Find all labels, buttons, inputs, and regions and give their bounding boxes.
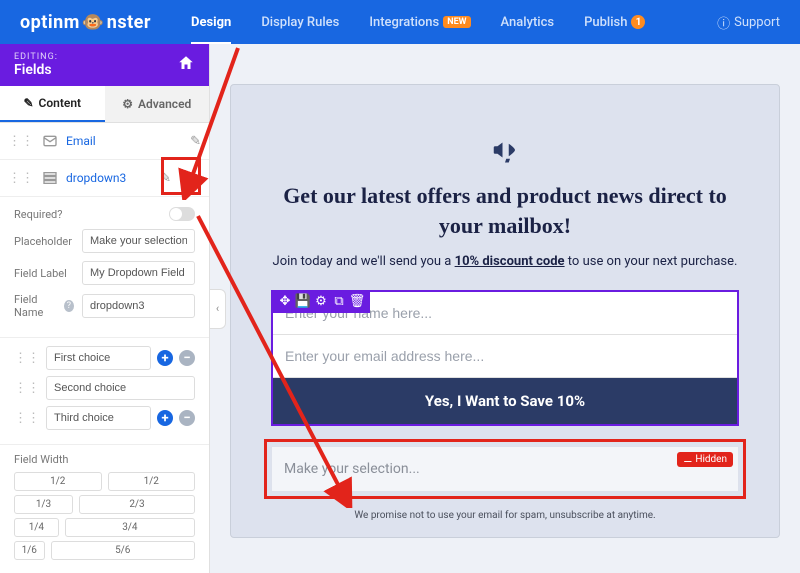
- nav-analytics[interactable]: Analytics: [501, 15, 555, 30]
- hidden-dropdown-preview[interactable]: Make your selection... ⚊ Hidden: [271, 446, 739, 492]
- drag-handle-icon[interactable]: ⋮⋮: [14, 351, 40, 366]
- choice-row: ⋮⋮ + −: [14, 406, 195, 430]
- drag-handle-icon[interactable]: ⋮⋮: [8, 134, 34, 149]
- width-option[interactable]: 1/2: [14, 472, 102, 491]
- choice-row: ⋮⋮ + −: [14, 346, 195, 370]
- copy-icon[interactable]: ⧉: [331, 294, 347, 310]
- nav-publish-label: Publish: [584, 15, 627, 30]
- edit-icon[interactable]: ✎: [190, 134, 201, 149]
- required-toggle[interactable]: [169, 207, 195, 221]
- fieldlabel-label: Field Label: [14, 267, 74, 280]
- add-choice-button[interactable]: +: [157, 410, 173, 426]
- width-option[interactable]: 1/2: [108, 472, 196, 491]
- dropdown-icon: [42, 170, 58, 186]
- pencil-icon: ✎: [23, 96, 33, 110]
- choice-input[interactable]: [46, 406, 151, 430]
- nav-integrations[interactable]: Integrations NEW: [369, 15, 470, 30]
- element-toolbar: ✥ 💾 ⚙ ⧉ 🗑: [272, 291, 370, 313]
- sidebar-tabs: ✎ Content ⚙ Advanced: [0, 86, 209, 123]
- support-label: Support: [734, 15, 780, 30]
- width-option[interactable]: 5/6: [51, 541, 196, 560]
- home-icon[interactable]: [177, 54, 195, 76]
- tab-advanced-label: Advanced: [138, 97, 191, 111]
- annotation-highlight-box: [264, 439, 746, 499]
- subhead-pre: Join today and we'll send you a: [273, 254, 455, 269]
- editing-value: Fields: [14, 62, 58, 78]
- trash-icon[interactable]: 🗑: [349, 294, 365, 310]
- sidebar: EDITING: Fields ✎ Content ⚙ Advanced ⋮⋮ …: [0, 44, 210, 573]
- drag-handle-icon[interactable]: ⋮⋮: [14, 381, 40, 396]
- choices-list: ⋮⋮ + − ⋮⋮ ⋮⋮ + −: [0, 338, 209, 445]
- nav-design[interactable]: Design: [191, 15, 231, 45]
- email-input[interactable]: [273, 335, 737, 378]
- cta-button[interactable]: Yes, I Want to Save 10%: [273, 378, 737, 424]
- gear-icon[interactable]: ⚙: [313, 294, 329, 310]
- preview-subhead[interactable]: Join today and we'll send you a 10% disc…: [271, 252, 739, 272]
- field-width-label: Field Width: [14, 453, 195, 466]
- publish-count-badge: 1: [631, 15, 645, 29]
- placeholder-label: Placeholder: [14, 235, 74, 248]
- fieldname-label: Field Name ?: [14, 293, 74, 319]
- field-properties: Required? Placeholder Field Label Field …: [0, 197, 209, 338]
- brand-logo: optinm🐵nster: [20, 12, 151, 33]
- fieldlabel-input[interactable]: [82, 261, 195, 285]
- nav-publish[interactable]: Publish 1: [584, 15, 645, 30]
- width-option[interactable]: 2/3: [79, 495, 195, 514]
- nav-integrations-label: Integrations: [369, 15, 439, 30]
- editing-label: EDITING:: [14, 52, 58, 62]
- field-dropdown-label: dropdown3: [66, 171, 152, 185]
- preview-footnote[interactable]: We promise not to use your email for spa…: [271, 510, 739, 521]
- drag-handle-icon[interactable]: ⋮⋮: [8, 171, 34, 186]
- support-link[interactable]: ⓘ Support: [717, 13, 780, 32]
- move-icon[interactable]: ✥: [277, 294, 293, 310]
- canvas: ‹ Get our latest offers and product news…: [210, 44, 800, 573]
- tab-advanced[interactable]: ⚙ Advanced: [105, 86, 210, 122]
- envelope-icon: [42, 133, 58, 149]
- top-nav: Design Display Rules Integrations NEW An…: [191, 15, 717, 30]
- fieldname-input[interactable]: [82, 294, 195, 318]
- remove-choice-button[interactable]: −: [179, 410, 195, 426]
- preview-headline[interactable]: Get our latest offers and product news d…: [271, 181, 739, 240]
- choice-input[interactable]: [46, 346, 151, 370]
- sliders-icon: ⚙: [122, 97, 133, 111]
- save-icon[interactable]: 💾: [295, 294, 311, 310]
- choice-row: ⋮⋮: [14, 376, 195, 400]
- add-choice-button[interactable]: +: [157, 350, 173, 366]
- new-badge: NEW: [443, 16, 470, 28]
- field-email-label: Email: [66, 134, 182, 148]
- subhead-post: to use on your next purchase.: [565, 254, 738, 269]
- preview-card: Get our latest offers and product news d…: [230, 84, 780, 538]
- nav-display-rules[interactable]: Display Rules: [261, 15, 339, 30]
- help-icon: ⓘ: [717, 13, 730, 32]
- required-label: Required?: [14, 208, 161, 221]
- tab-content-label: Content: [39, 96, 82, 110]
- width-option[interactable]: 1/3: [14, 495, 73, 514]
- annotation-highlight-box: [161, 157, 201, 195]
- choice-input[interactable]: [46, 376, 195, 400]
- placeholder-input[interactable]: [82, 229, 195, 253]
- tab-content[interactable]: ✎ Content: [0, 86, 105, 122]
- help-icon[interactable]: ?: [64, 300, 74, 312]
- visibility-toggle-wrap: [179, 171, 201, 185]
- collapse-sidebar-button[interactable]: ‹: [210, 289, 226, 329]
- width-option[interactable]: 1/6: [14, 541, 45, 560]
- field-row-dropdown[interactable]: ⋮⋮ dropdown3 ✎: [0, 160, 209, 197]
- top-bar: optinm🐵nster Design Display Rules Integr…: [0, 0, 800, 44]
- width-option[interactable]: 3/4: [65, 518, 195, 537]
- remove-choice-button[interactable]: −: [179, 350, 195, 366]
- editing-header: EDITING: Fields: [0, 44, 209, 86]
- subhead-underline: 10% discount code: [455, 254, 565, 269]
- drag-handle-icon[interactable]: ⋮⋮: [14, 411, 40, 426]
- field-row-email[interactable]: ⋮⋮ Email ✎: [0, 123, 209, 160]
- bullhorn-icon: [271, 135, 739, 169]
- field-width-section: Field Width 1/2 1/2 1/3 2/3 1/4 3/4 1/6 5/6: [0, 445, 209, 572]
- width-option[interactable]: 1/4: [14, 518, 59, 537]
- form-block[interactable]: ✥ 💾 ⚙ ⧉ 🗑 Yes, I Want to Save 10%: [271, 290, 739, 426]
